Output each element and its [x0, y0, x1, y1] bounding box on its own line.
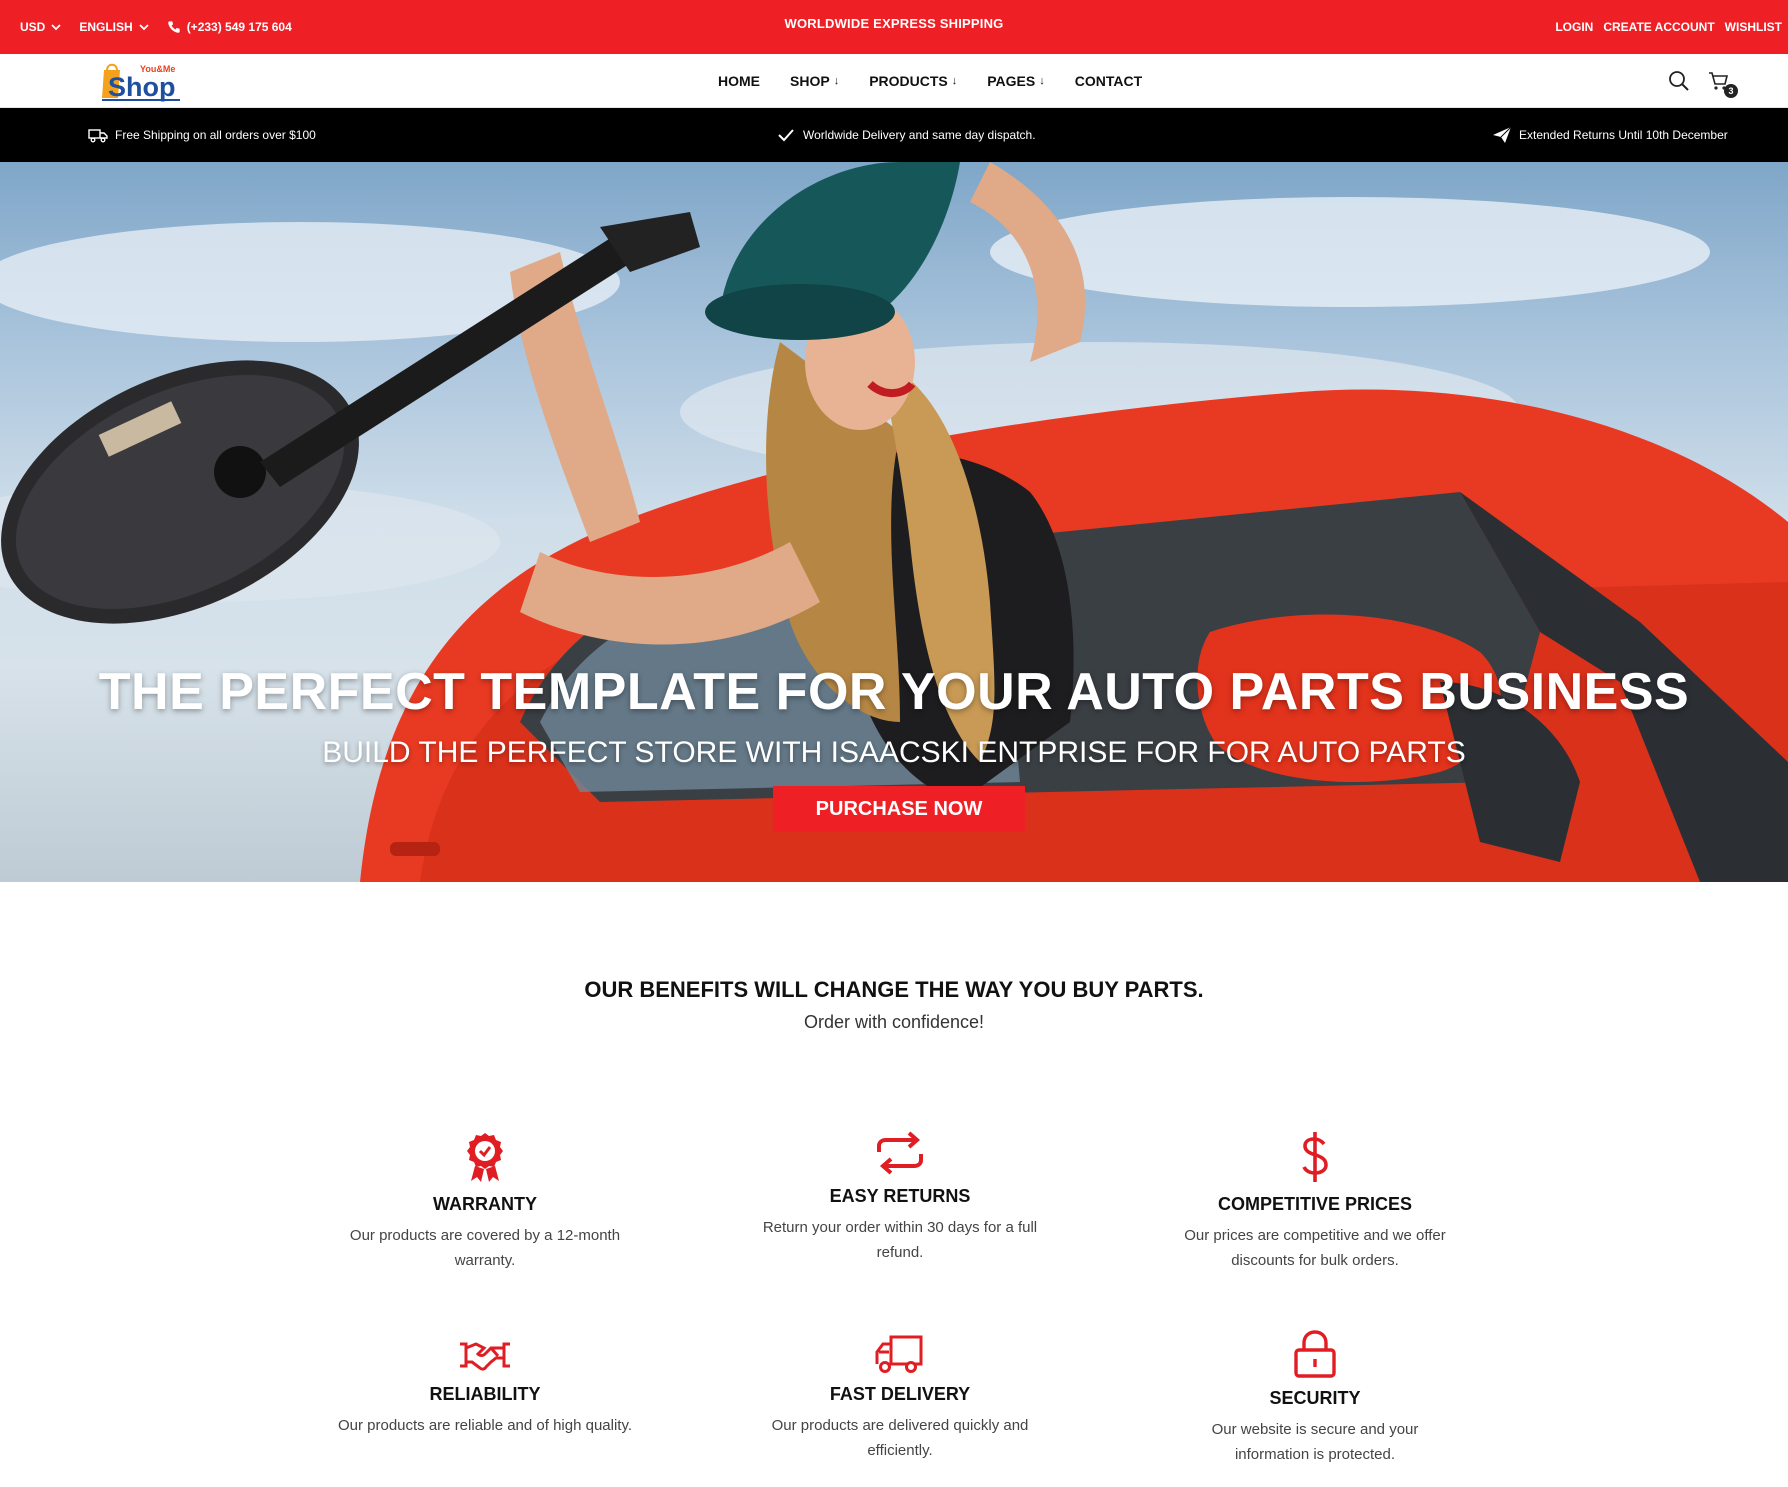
nav-icons: 3	[1668, 54, 1738, 108]
benefit-text: Our prices are competitive and we offer …	[1184, 1227, 1446, 1269]
shop-logo[interactable]: You&Me Shop	[98, 60, 190, 104]
arrow-down-icon: ↓	[833, 75, 840, 87]
arrow-down-icon: ↓	[951, 75, 958, 87]
benefit-title: SECURITY	[1269, 1388, 1361, 1408]
benefit-text: Our products are covered by a 12-month w…	[349, 1227, 621, 1269]
dollar-icon	[1302, 1132, 1328, 1182]
truck-icon	[88, 129, 108, 143]
nav-pages[interactable]: PAGES ↓	[987, 73, 1044, 89]
top-bar-left: USD ENGLISH (+233) 549 175 604	[20, 0, 292, 54]
benefit-text: Return your order within 30 days for a f…	[762, 1219, 1038, 1261]
benefit-title: FAST DELIVERY	[829, 1384, 971, 1404]
benefit-title: COMPETITIVE PRICES	[1217, 1194, 1413, 1214]
search-icon[interactable]	[1668, 70, 1690, 92]
hero-title: THE PERFECT TEMPLATE FOR YOUR AUTO PARTS…	[98, 663, 1690, 721]
benefit-text: Our products are delivered quickly and e…	[771, 1417, 1029, 1459]
benefit-card-security: SECURITY Our website is secure and your …	[1155, 1330, 1475, 1467]
create-account-link[interactable]: CREATE ACCOUNT	[1603, 20, 1714, 34]
hero-subtitle: BUILD THE PERFECT STORE WITH ISAACSKI EN…	[322, 736, 1466, 769]
benefit-title: RELIABILITY	[429, 1384, 541, 1404]
info-returns-text: Extended Returns Until 10th December	[1519, 128, 1728, 142]
language-selector[interactable]: ENGLISH	[79, 20, 149, 34]
benefit-title: WARRANTY	[433, 1194, 537, 1214]
info-delivery-text: Worldwide Delivery and same day dispatch…	[803, 128, 1036, 142]
nav-home-label: HOME	[718, 73, 760, 89]
award-badge-icon	[467, 1133, 503, 1182]
top-bar: USD ENGLISH (+233) 549 175 604 WORLDWIDE…	[0, 0, 1788, 54]
logo-wordmark: Shop	[108, 72, 176, 102]
nav-products[interactable]: PRODUCTS ↓	[869, 73, 957, 89]
hero-banner: THE PERFECT TEMPLATE FOR YOUR AUTO PARTS…	[0, 162, 1788, 882]
info-shipping-text: Free Shipping on all orders over $100	[115, 128, 316, 142]
benefit-title: EASY RETURNS	[829, 1186, 971, 1206]
phone-icon	[167, 21, 180, 33]
account-links: LOGIN CREATE ACCOUNT WISHLIST	[1555, 0, 1782, 54]
benefits-subheading: Order with confidence!	[803, 1012, 985, 1032]
info-delivery: Worldwide Delivery and same day dispatch…	[776, 108, 1036, 162]
handshake-icon	[460, 1342, 510, 1371]
main-nav: You&Me Shop HOME SHOP ↓ PRODUCTS ↓ PAGES ↓ …	[0, 54, 1788, 108]
truck-icon	[875, 1335, 923, 1373]
nav-contact[interactable]: CONTACT	[1075, 73, 1142, 89]
hero-background-image	[0, 162, 1788, 882]
cart-button[interactable]: 3	[1708, 70, 1738, 98]
benefit-card-easy-returns: EASY RETURNS Return your order within 30…	[740, 1130, 1060, 1265]
benefit-card-reliability: RELIABILITY Our products are reliable an…	[325, 1334, 645, 1438]
benefit-card-fast-delivery: FAST DELIVERY Our products are delivered…	[740, 1334, 1060, 1463]
info-shipping: Free Shipping on all orders over $100	[88, 108, 316, 162]
benefit-text: Our products are reliable and of high qu…	[337, 1417, 633, 1434]
phone-contact[interactable]: (+233) 549 175 604	[167, 20, 292, 34]
primary-menu: HOME SHOP ↓ PRODUCTS ↓ PAGES ↓ CONTACT	[718, 54, 1142, 108]
chevron-down-icon	[51, 24, 61, 31]
purchase-now-button[interactable]: PURCHASE NOW	[773, 786, 1025, 832]
info-bar: Free Shipping on all orders over $100 Wo…	[0, 108, 1788, 162]
language-label: ENGLISH	[79, 20, 133, 34]
chevron-down-icon	[139, 24, 149, 31]
arrow-down-icon: ↓	[1039, 75, 1045, 87]
nav-contact-label: CONTACT	[1074, 73, 1143, 89]
nav-products-label: PRODUCTS	[869, 73, 948, 89]
returns-arrows-icon	[877, 1131, 923, 1175]
lock-icon	[1294, 1330, 1336, 1378]
nav-shop[interactable]: SHOP ↓	[790, 73, 839, 89]
info-returns: Extended Returns Until 10th December	[1492, 108, 1728, 162]
nav-shop-label: SHOP	[790, 73, 830, 89]
benefit-card-competitive-prices: COMPETITIVE PRICES Our prices are compet…	[1155, 1130, 1475, 1273]
nav-home[interactable]: HOME	[718, 73, 760, 89]
login-link[interactable]: LOGIN	[1555, 20, 1593, 34]
currency-selector[interactable]: USD	[20, 20, 61, 34]
checkmark-icon	[778, 129, 794, 142]
paper-plane-icon	[1493, 126, 1512, 143]
benefit-text: Our website is secure and your informati…	[1211, 1421, 1419, 1463]
phone-number: (+233) 549 175 604	[186, 20, 292, 34]
benefits-heading: OUR BENEFITS WILL CHANGE THE WAY YOU BUY…	[584, 977, 1204, 1002]
wishlist-link[interactable]: WISHLIST	[1725, 20, 1782, 34]
cart-count-badge: 3	[1724, 84, 1738, 98]
currency-label: USD	[20, 20, 46, 34]
nav-pages-label: PAGES	[987, 73, 1036, 89]
benefit-card-warranty: WARRANTY Our products are covered by a 1…	[325, 1130, 645, 1273]
